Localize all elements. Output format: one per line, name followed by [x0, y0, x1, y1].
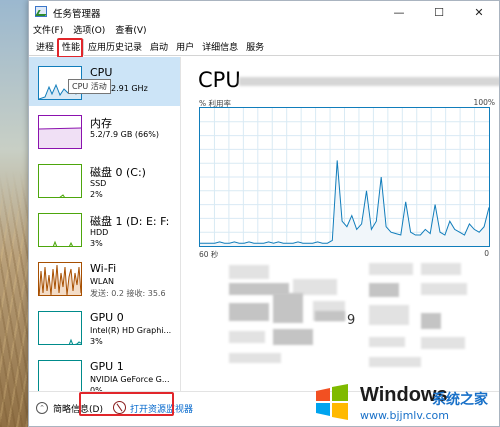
sidebar-wifi-name: Wi-Fi — [90, 262, 117, 275]
tab-users[interactable]: 用户 — [172, 39, 198, 55]
sidebar-item-gpu-0[interactable]: GPU 0 Intel(R) HD Graphi... 3% — [29, 302, 180, 351]
redacted-stat — [229, 331, 265, 343]
cpu-utilization-graph — [199, 107, 490, 247]
partial-stat-digit: 9 — [347, 313, 356, 328]
menu-bar: 文件(F) 选项(O) 查看(V) — [29, 23, 499, 39]
sidebar-item-gpu-1[interactable]: GPU 1 NVIDIA GeForce G... 0% — [29, 351, 180, 391]
redacted-stat — [421, 337, 465, 349]
disk1-thumbnail-graph — [38, 213, 82, 247]
tab-startup[interactable]: 启动 — [146, 39, 172, 55]
watermark-url: www.bjjmlv.com — [360, 409, 449, 422]
disk0-thumbnail-graph — [38, 164, 82, 198]
sidebar-gpu0-model: Intel(R) HD Graphi... — [90, 326, 172, 335]
sidebar-gpu0-name: GPU 0 — [90, 311, 124, 324]
sidebar-disk1-percent: 3% — [90, 239, 103, 248]
cpu-model-redacted — [239, 77, 499, 86]
sidebar-disk1-name: 磁盘 1 (D: E: F: — [90, 215, 170, 228]
sidebar-cpu-speed: 2.91 GHz — [111, 84, 148, 93]
title-bar: 任务管理器 — ☐ ✕ — [29, 1, 499, 23]
redacted-stat — [229, 353, 281, 363]
redacted-stat — [273, 329, 313, 345]
menu-view[interactable]: 查看(V) — [115, 23, 146, 39]
redacted-stat — [421, 283, 467, 295]
redacted-stat — [421, 313, 441, 329]
tab-bar: 进程 性能 应用历史记录 启动 用户 详细信息 服务 — [29, 39, 499, 56]
memory-thumbnail-graph — [38, 115, 82, 149]
site-watermark: Windows 系统之家 www.bjjmlv.com — [312, 382, 496, 424]
tab-app-history[interactable]: 应用历史记录 — [84, 39, 146, 55]
redacted-stat — [369, 305, 409, 325]
redacted-stat — [273, 293, 303, 323]
cpu-utilization-chart — [200, 108, 490, 246]
sidebar-gpu1-model: NVIDIA GeForce G... — [90, 375, 170, 384]
redacted-stat — [369, 263, 413, 275]
sidebar-gpu1-name: GPU 1 — [90, 360, 124, 373]
sidebar-disk0-name: 磁盘 0 (C:) — [90, 166, 146, 179]
sidebar-wifi-adapter: WLAN — [90, 277, 115, 286]
cpu-detail-panel: CPU % 利用率 100% 60 秒 0 9 — [181, 57, 499, 391]
sidebar-memory-usage: 5.2/7.9 GB (66%) — [90, 130, 159, 139]
utilization-max-label: 100% — [473, 98, 495, 107]
redacted-stat — [369, 357, 421, 367]
tab-services[interactable]: 服务 — [242, 39, 268, 55]
graph-time-span-label: 60 秒 — [199, 250, 219, 259]
sidebar-cpu-name: CPU — [90, 66, 113, 79]
redacted-stat — [229, 303, 269, 321]
redacted-stat — [421, 263, 461, 275]
task-manager-window: 任务管理器 — ☐ ✕ 文件(F) 选项(O) 查看(V) 进程 性能 应用历史… — [28, 0, 500, 427]
wifi-thumbnail-graph — [38, 262, 82, 296]
performance-sidebar: CPU 2.91 GHz 内存 5.2/7.9 GB (66%) 磁盘 0 (C… — [29, 57, 181, 391]
task-manager-app-icon — [35, 6, 47, 17]
window-title: 任务管理器 — [53, 9, 101, 20]
tab-details[interactable]: 详细信息 — [198, 39, 242, 55]
redacted-stat — [229, 265, 269, 279]
sidebar-wifi-throughput: 发送: 0.2 接收: 35.6 — [90, 289, 166, 298]
sidebar-gpu0-percent: 3% — [90, 337, 103, 346]
maximize-button[interactable]: ☐ — [419, 1, 459, 23]
minimize-button[interactable]: — — [379, 1, 419, 23]
menu-options[interactable]: 选项(O) — [73, 23, 105, 39]
sidebar-item-memory[interactable]: 内存 5.2/7.9 GB (66%) — [29, 106, 180, 155]
sidebar-item-wifi[interactable]: Wi-Fi WLAN 发送: 0.2 接收: 35.6 — [29, 253, 180, 302]
chevron-up-icon[interactable]: ⌃ — [36, 402, 48, 414]
sidebar-item-disk-1[interactable]: 磁盘 1 (D: E: F: HDD 3% — [29, 204, 180, 253]
redacted-stat — [315, 311, 345, 321]
highlight-box-resource-monitor — [79, 392, 174, 416]
close-button[interactable]: ✕ — [459, 1, 499, 23]
sidebar-disk0-percent: 2% — [90, 190, 103, 199]
gpu0-thumbnail-graph — [38, 311, 82, 345]
highlight-box-performance-tab — [57, 38, 83, 58]
redacted-stat — [369, 283, 399, 297]
redacted-stat — [369, 337, 405, 347]
graph-time-zero-label: 0 — [484, 249, 489, 258]
cpu-activity-tooltip: CPU 活动 — [68, 79, 111, 94]
sidebar-item-disk-0[interactable]: 磁盘 0 (C:) SSD 2% — [29, 155, 180, 204]
sidebar-memory-name: 内存 — [90, 117, 112, 130]
cpu-panel-title: CPU — [198, 68, 241, 92]
watermark-site-name: 系统之家 — [432, 392, 488, 408]
tab-processes[interactable]: 进程 — [32, 39, 58, 55]
gpu1-thumbnail-graph — [38, 360, 82, 391]
sidebar-disk0-type: SSD — [90, 179, 107, 188]
menu-file[interactable]: 文件(F) — [33, 23, 63, 39]
sidebar-disk1-type: HDD — [90, 228, 109, 237]
windows-logo-icon — [316, 384, 348, 420]
